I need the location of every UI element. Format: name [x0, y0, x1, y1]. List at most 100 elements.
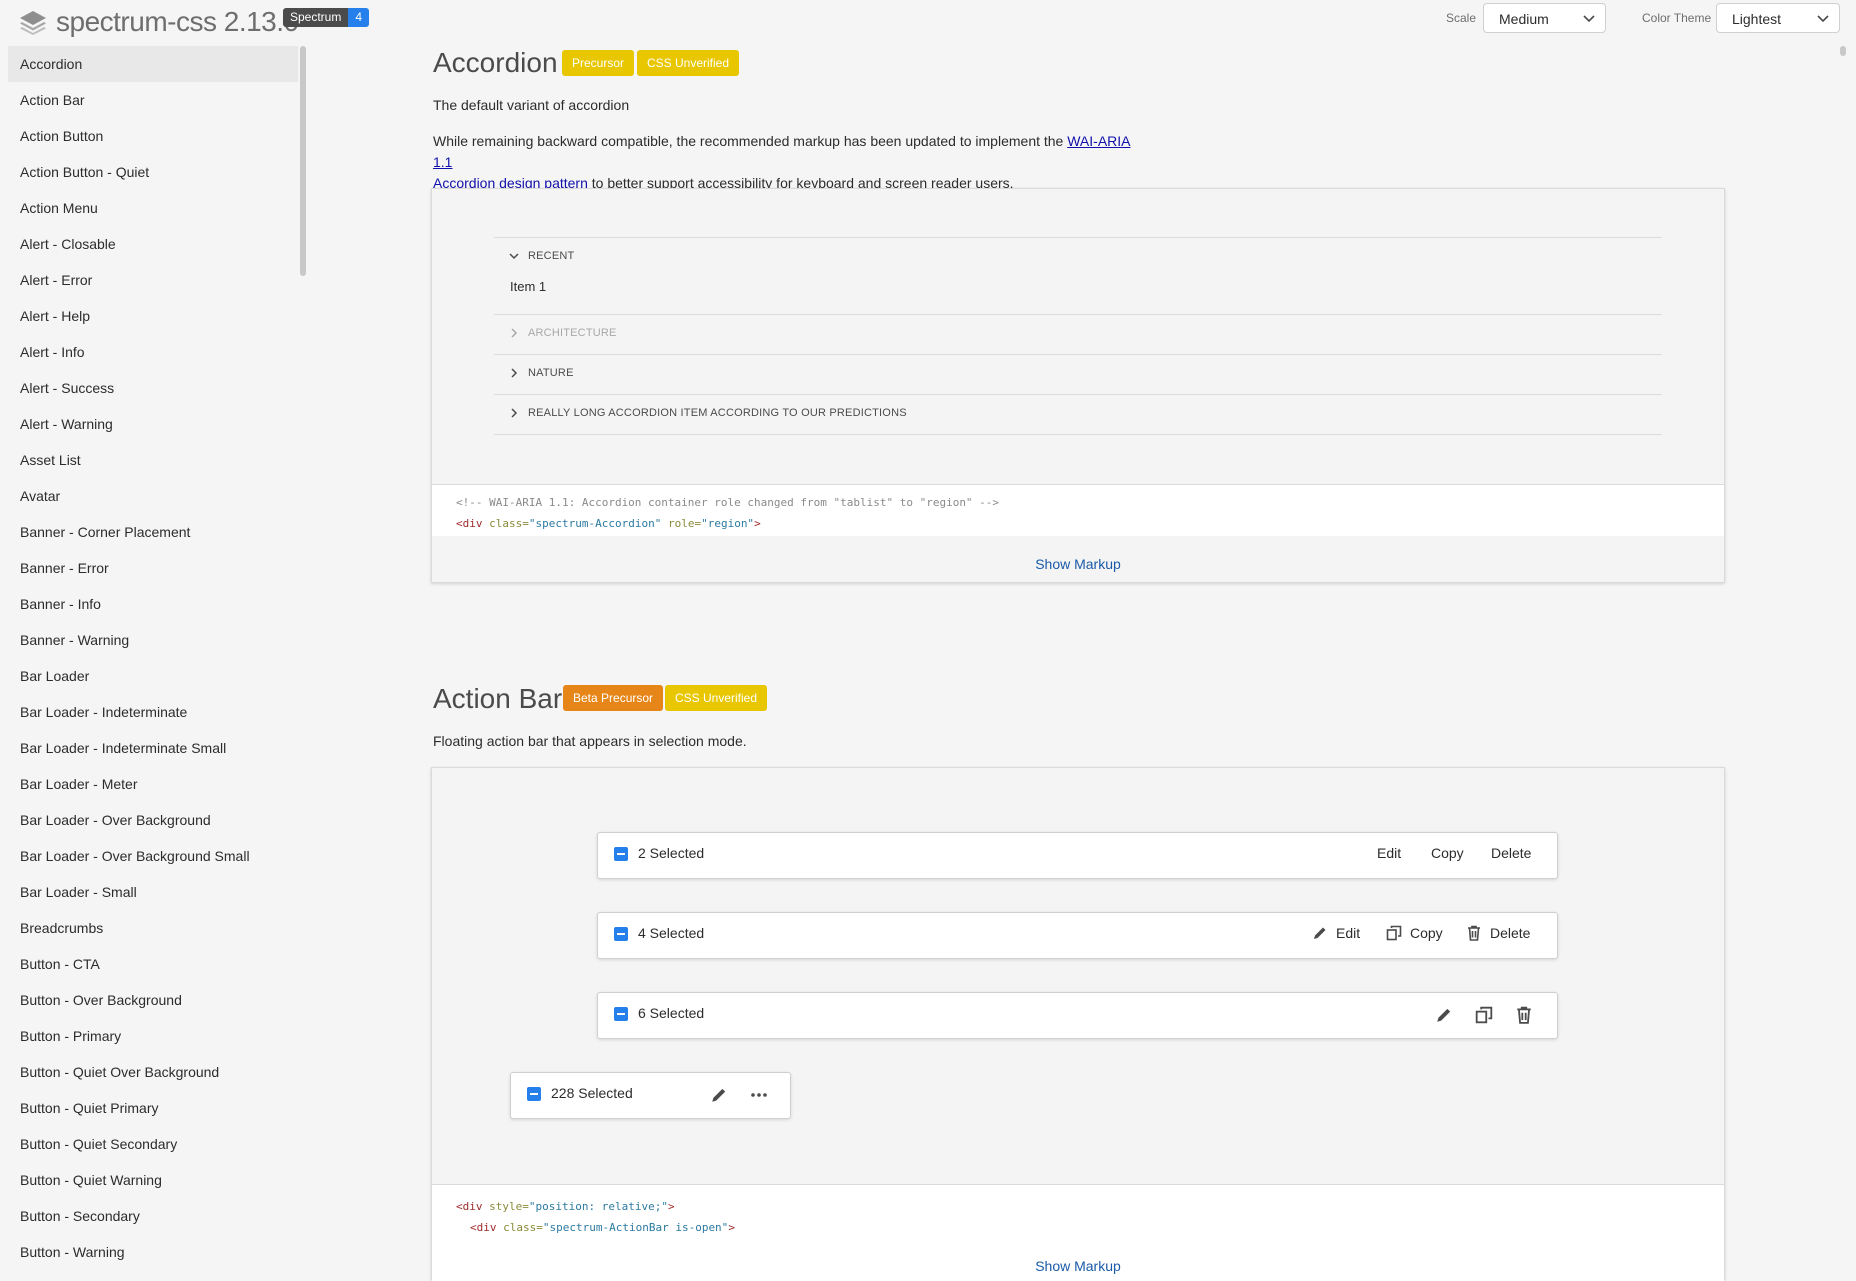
sidebar-item[interactable]: Button - Quiet Secondary: [8, 1126, 298, 1162]
sidebar-item[interactable]: Alert - Warning: [8, 406, 298, 442]
sidebar-item[interactable]: Banner - Info: [8, 586, 298, 622]
sidebar-item[interactable]: Bar Loader - Over Background Small: [8, 838, 298, 874]
code-line: <!-- WAI-ARIA 1.1: Accordion container r…: [456, 496, 1000, 509]
edit-label: Edit: [1336, 925, 1361, 941]
css-unverified-badge: CSS Unverified: [665, 685, 768, 711]
beta-precursor-badge: Beta Precursor: [563, 685, 664, 711]
copy-label: Copy: [1410, 925, 1443, 941]
sidebar-item[interactable]: Banner - Warning: [8, 622, 298, 658]
accordion-item-recent[interactable]: RECENT: [528, 250, 574, 262]
code-token: >: [667, 1200, 675, 1213]
code-token: "region": [701, 517, 755, 530]
delete-label: Delete: [1490, 925, 1531, 941]
accordion-note: While remaining backward compatible, the…: [433, 131, 1133, 194]
selection-checkbox[interactable]: [614, 927, 628, 941]
sidebar-item[interactable]: Banner - Error: [8, 550, 298, 586]
brand-badge-version: 4: [348, 8, 370, 27]
accordion-code-block: <!-- WAI-ARIA 1.1: Accordion container r…: [432, 484, 1724, 536]
sidebar-item[interactable]: Action Button - Quiet: [8, 154, 298, 190]
selected-count: 6 Selected: [638, 1005, 705, 1021]
accordion-demo-card: <!-- WAI-ARIA 1.1: Accordion container r…: [431, 188, 1725, 583]
code-token: <div: [470, 1221, 504, 1234]
edit-button[interactable]: Edit: [1312, 925, 1360, 941]
sidebar-item[interactable]: Avatar: [8, 478, 298, 514]
color-theme-select[interactable]: Lightest: [1716, 3, 1840, 33]
sidebar-item[interactable]: Banner - Corner Placement: [8, 514, 298, 550]
copy-icon: [1386, 925, 1402, 941]
sidebar-item[interactable]: Button - Primary: [8, 1018, 298, 1054]
selection-checkbox[interactable]: [614, 1007, 628, 1021]
sidebar-item[interactable]: Accordion: [8, 46, 298, 82]
sidebar-item[interactable]: Action Button: [8, 118, 298, 154]
more-icon[interactable]: [750, 1086, 768, 1104]
sidebar-item[interactable]: Button - Quiet Primary: [8, 1090, 298, 1126]
code-token: "spectrum-ActionBar is-open": [542, 1221, 729, 1234]
sidebar-item[interactable]: Alert - Info: [8, 334, 298, 370]
accordion-item-architecture: ARCHITECTURE: [528, 327, 617, 339]
sidebar-item[interactable]: Alert - Closable: [8, 226, 298, 262]
selected-count: 2 Selected: [638, 845, 705, 861]
accordion-divider: [494, 237, 1662, 238]
sidebar-item[interactable]: Button - Over Background: [8, 982, 298, 1018]
copy-button[interactable]: Copy: [1431, 845, 1464, 861]
trash-icon[interactable]: [1515, 1006, 1533, 1024]
accordion-item-content: Item 1: [510, 279, 547, 294]
sidebar-item[interactable]: Button - Warning: [8, 1234, 298, 1270]
brand-badge-label: Spectrum: [283, 8, 349, 27]
code-line: <div class="spectrum-ActionBar is-open">: [470, 1221, 735, 1234]
accordion-divider: [494, 434, 1662, 435]
action-bar-compact: 228 Selected: [510, 1072, 791, 1119]
sidebar-item[interactable]: Button - Secondary: [8, 1198, 298, 1234]
delete-button[interactable]: Delete: [1491, 845, 1531, 861]
scale-select[interactable]: Medium: [1483, 3, 1606, 33]
sidebar-item[interactable]: Bar Loader - Small: [8, 874, 298, 910]
sidebar-item[interactable]: Button - Quiet Over Background: [8, 1054, 298, 1090]
show-markup-button[interactable]: Show Markup: [432, 556, 1724, 572]
code-token: "position: relative;": [528, 1200, 668, 1213]
main-scrollbar[interactable]: [1840, 46, 1846, 56]
chevron-down-icon: [1583, 15, 1595, 23]
sidebar-item[interactable]: Action Bar: [8, 82, 298, 118]
copy-button[interactable]: Copy: [1386, 925, 1443, 941]
sidebar-scrollbar[interactable]: [300, 46, 306, 276]
sidebar-item[interactable]: Bar Loader - Over Background: [8, 802, 298, 838]
sidebar-item[interactable]: Button - Quiet Warning: [8, 1162, 298, 1198]
selected-count: 228 Selected: [551, 1085, 633, 1101]
sidebar-item[interactable]: Alert - Error: [8, 262, 298, 298]
chevron-down-icon: [509, 253, 519, 260]
sidebar-item[interactable]: Breadcrumbs: [8, 910, 298, 946]
sidebar-item[interactable]: Action Menu: [8, 190, 298, 226]
accordion-item-long[interactable]: REALLY LONG ACCORDION ITEM ACCORDING TO …: [528, 407, 907, 419]
code-token: >: [754, 517, 761, 530]
accordion-description: The default variant of accordion: [433, 97, 630, 113]
sidebar-item[interactable]: Bar Loader - Meter: [8, 766, 298, 802]
sidebar-item[interactable]: Bar Loader - Indeterminate Small: [8, 730, 298, 766]
section-title-action-bar: Action Bar: [433, 683, 563, 714]
selection-checkbox[interactable]: [527, 1087, 541, 1101]
pencil-icon[interactable]: [710, 1086, 728, 1104]
action-bar-description: Floating action bar that appears in sele…: [433, 733, 747, 749]
sidebar-item[interactable]: Bar Loader: [8, 658, 298, 694]
show-markup-button[interactable]: Show Markup: [432, 1258, 1724, 1274]
sidebar-item[interactable]: Asset List: [8, 442, 298, 478]
copy-icon[interactable]: [1475, 1006, 1493, 1024]
accordion-item-nature[interactable]: NATURE: [528, 367, 574, 379]
edit-button[interactable]: Edit: [1377, 845, 1401, 861]
code-token: style=: [489, 1200, 529, 1213]
note-text: While remaining backward compatible, the…: [433, 133, 1068, 149]
sidebar-item[interactable]: Alert - Success: [8, 370, 298, 406]
chevron-down-icon: [1817, 15, 1829, 23]
sidebar-item[interactable]: Bar Loader - Indeterminate: [8, 694, 298, 730]
accordion-divider: [494, 314, 1662, 315]
precursor-badge: Precursor: [562, 50, 635, 76]
pencil-icon: [1314, 927, 1326, 939]
sidebar-item[interactable]: Alert - Help: [8, 298, 298, 334]
logo[interactable]: spectrum-css 2.13.0: [18, 6, 299, 38]
code-line: <div style="position: relative;">: [456, 1200, 675, 1213]
pencil-icon[interactable]: [1435, 1006, 1453, 1024]
action-bar: 2 Selected Edit Copy Delete: [597, 832, 1558, 879]
code-token: class=: [503, 1221, 543, 1234]
selection-checkbox[interactable]: [614, 847, 628, 861]
delete-button[interactable]: Delete: [1466, 925, 1530, 941]
sidebar-item[interactable]: Button - CTA: [8, 946, 298, 982]
